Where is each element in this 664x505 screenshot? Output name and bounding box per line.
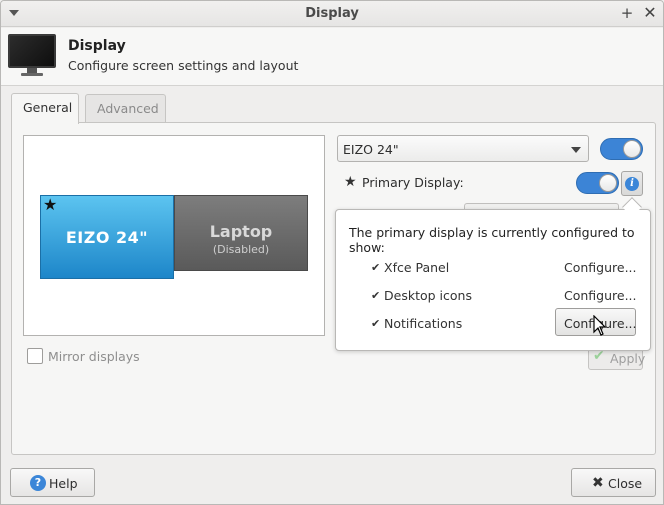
primary-star-icon: ★ [43, 195, 58, 214]
primary-display-label: Primary Display: [362, 175, 464, 190]
tab-general[interactable]: General [11, 93, 79, 124]
display-tile-name: Laptop [209, 222, 273, 241]
display-tile-name: EIZO 24" [65, 228, 149, 247]
mouse-cursor-icon [593, 315, 607, 336]
help-icon: ? [30, 475, 46, 491]
display-tile-laptop[interactable]: Laptop (Disabled) [174, 195, 308, 271]
display-select-value: EIZO 24" [343, 142, 399, 157]
maximize-icon[interactable]: + [618, 4, 636, 22]
display-enabled-toggle[interactable] [600, 138, 643, 160]
window-title: Display [305, 6, 359, 21]
tab-advanced[interactable]: Advanced [85, 94, 166, 122]
dialog-header: Display Configure screen settings and la… [1, 28, 663, 86]
monitor-icon [8, 34, 56, 78]
primary-display-toggle[interactable] [576, 172, 619, 194]
configure-desktop-icons-button[interactable]: Configure... [564, 288, 637, 303]
primary-info-button[interactable]: i [621, 171, 643, 196]
display-tile-status: (Disabled) [212, 243, 270, 256]
close-label: Close [608, 476, 643, 491]
help-button[interactable]: ? Help [10, 468, 95, 497]
mirror-displays-label: Mirror displays [48, 349, 140, 364]
close-window-icon[interactable]: ✕ [641, 4, 659, 22]
popover-intro-text: The primary display is currently configu… [349, 225, 635, 255]
configure-panel-button[interactable]: Configure... [564, 260, 637, 275]
close-button[interactable]: ✖ Close [571, 468, 656, 497]
chevron-down-icon [571, 147, 581, 153]
title-bar[interactable]: Display + ✕ [1, 1, 663, 27]
check-icon: ✔ [371, 289, 381, 302]
popover-item-label: Xfce Panel [384, 260, 450, 275]
check-icon: ✔ [371, 261, 381, 274]
help-label: Help [49, 476, 78, 491]
popover-item-label: Notifications [384, 316, 463, 331]
check-icon: ✔ [371, 317, 381, 330]
display-settings-window: Display + ✕ Display Configure screen set… [0, 0, 664, 505]
popover-item-label: Desktop icons [384, 288, 472, 303]
header-subtitle: Configure screen settings and layout [68, 58, 299, 73]
star-icon: ★ [344, 174, 357, 190]
header-title: Display [68, 38, 126, 54]
mirror-displays-checkbox[interactable] [27, 348, 43, 364]
apply-label: Apply [610, 351, 646, 366]
display-tile-eizo[interactable]: ★ EIZO 24" [40, 195, 174, 279]
close-icon: ✖ [592, 475, 604, 491]
info-icon: i [625, 177, 639, 191]
display-select[interactable]: EIZO 24" [337, 135, 589, 162]
